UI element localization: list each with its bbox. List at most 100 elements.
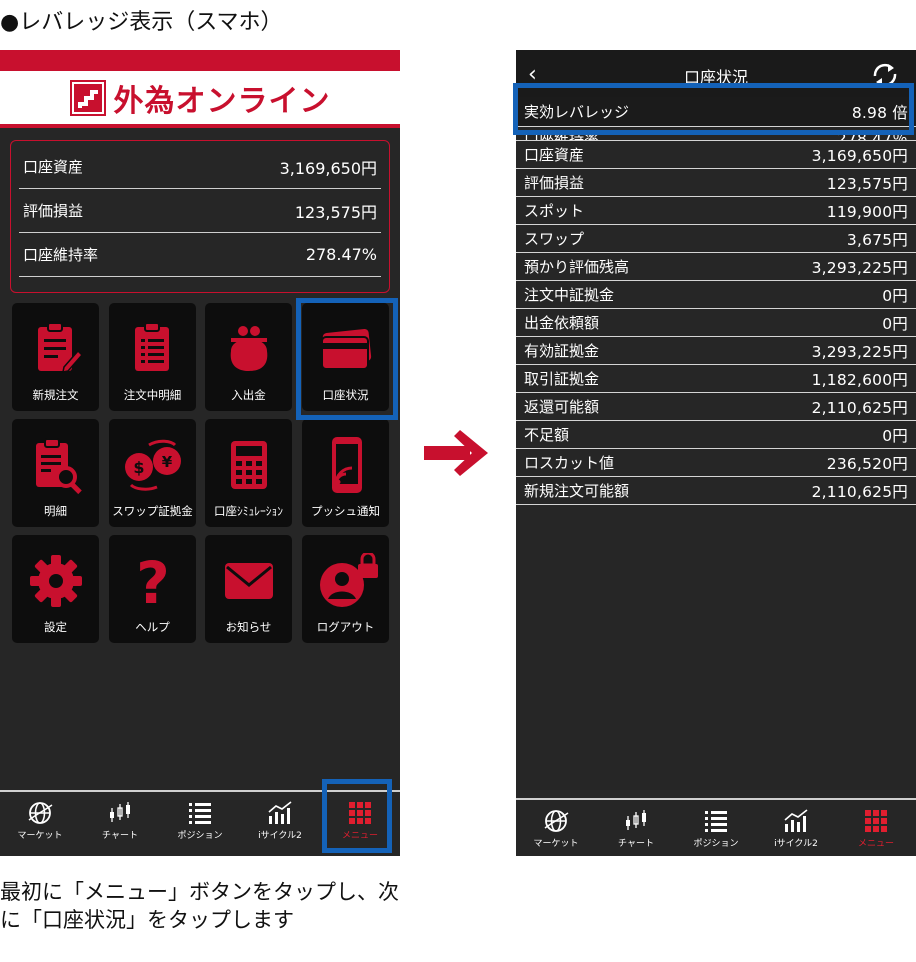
account-status-row: 評価損益 123,575円 — [516, 169, 916, 197]
row-label: 取引証拠金 — [524, 370, 600, 388]
account-status-row: スワップ 3,675円 — [516, 225, 916, 253]
summary-label: 評価損益 — [23, 202, 84, 220]
row-label: 有効証拠金 — [524, 342, 600, 360]
svg-text:?: ? — [136, 553, 170, 611]
tab-menu[interactable]: メニュー — [836, 800, 916, 856]
account-status-row: 出金依頼額 0円 — [516, 309, 916, 337]
summary-value: 278.47% — [305, 245, 377, 264]
tile-order-list[interactable]: 注文中明細 — [109, 303, 196, 411]
tab-market[interactable]: マーケット — [0, 792, 80, 856]
account-status-row: 取引証拠金 1,182,600円 — [516, 365, 916, 393]
bottom-tab-bar: マーケット チャート ポジション iサイクル2 メニュー — [516, 798, 916, 856]
tab-position[interactable]: ポジション — [160, 792, 240, 856]
account-status-row: 口座資産 3,169,650円 — [516, 141, 916, 169]
row-value: 2,110,625円 — [811, 482, 908, 501]
row-label: 預かり評価残高 — [524, 258, 630, 276]
brand-logo-icon — [69, 79, 106, 116]
candlestick-icon — [626, 810, 646, 830]
tile-deposit-withdraw[interactable]: 入出金 — [205, 303, 292, 411]
tile-label: 入出金 — [231, 388, 266, 402]
right-phone-screen: ‹ 口座状況 実効レバレッジ 8.98 倍 口座維持率 278.47％ 口座資産… — [516, 50, 916, 856]
bar-trend-icon — [268, 801, 292, 824]
list-icon — [189, 803, 211, 824]
row-label: スワップ — [524, 230, 585, 248]
tab-label: メニュー — [857, 839, 894, 849]
tab-label: マーケット — [533, 839, 579, 849]
account-status-list: 実効レバレッジ 8.98 倍 口座維持率 278.47％ 口座資産 3,169,6… — [516, 97, 916, 505]
phone-push-icon — [331, 437, 362, 493]
tile-push-notification[interactable]: プッシュ通知 — [302, 419, 389, 527]
tile-help[interactable]: ? ヘルプ — [109, 535, 196, 643]
row-label: ロスカット値 — [524, 454, 615, 472]
bar-trend-icon — [784, 809, 808, 832]
account-status-row: 注文中証拠金 0円 — [516, 281, 916, 309]
account-status-row: 預かり評価残高 3,293,225円 — [516, 253, 916, 281]
row-label: 口座資産 — [524, 146, 585, 164]
tab-chart[interactable]: チャート — [596, 800, 676, 856]
tab-icycle2[interactable]: iサイクル2 — [240, 792, 320, 856]
globe-icon — [28, 802, 53, 824]
currency-swap-icon: $ ¥ — [124, 439, 181, 491]
summary-value: 123,575円 — [294, 202, 377, 222]
tab-position[interactable]: ポジション — [676, 800, 756, 856]
row-value: 119,900円 — [826, 202, 908, 221]
row-value: 0円 — [882, 314, 908, 333]
account-status-row: ロスカット値 236,520円 — [516, 449, 916, 477]
row-label: 新規注文可能額 — [524, 482, 630, 500]
summary-row: 口座維持率 278.47% — [19, 233, 381, 277]
row-value: 0円 — [882, 286, 908, 305]
tab-label: ポジション — [693, 839, 739, 849]
tab-label: チャート — [102, 831, 138, 841]
tile-new-order[interactable]: 新規注文 — [12, 303, 99, 411]
tile-label: 注文中明細 — [123, 388, 182, 402]
tab-label: ポジション — [177, 831, 223, 841]
highlight-menu-tab — [322, 779, 392, 853]
purse-icon — [230, 326, 267, 371]
tile-label: お知らせ — [225, 620, 272, 634]
tile-notices[interactable]: お知らせ — [205, 535, 292, 643]
highlight-account-status — [296, 298, 398, 420]
document-search-icon — [35, 438, 82, 495]
tab-market[interactable]: マーケット — [516, 800, 596, 856]
globe-icon — [544, 810, 569, 832]
list-icon — [705, 811, 727, 832]
account-status-row: 新規注文可能額 2,110,625円 — [516, 477, 916, 505]
row-label: 評価損益 — [524, 174, 585, 192]
svg-text:$: $ — [133, 458, 144, 477]
account-status-row: 不足額 0円 — [516, 421, 916, 449]
svg-text:¥: ¥ — [161, 453, 172, 471]
brand-name: 外為オンライン — [113, 83, 331, 119]
row-value: 3,293,225円 — [811, 258, 908, 277]
tab-label: チャート — [618, 839, 654, 849]
tile-settings[interactable]: 設定 — [12, 535, 99, 643]
new-order-icon — [37, 322, 82, 373]
account-status-row: スポット 119,900円 — [516, 197, 916, 225]
user-lock-icon — [319, 553, 378, 607]
tile-swap-margin[interactable]: $ ¥ スワップ証拠金 — [109, 419, 196, 527]
summary-row: 口座資産 3,169,650円 — [19, 145, 381, 189]
row-label: 不足額 — [524, 426, 570, 444]
order-list-icon — [134, 322, 169, 371]
row-label: 返還可能額 — [524, 398, 600, 416]
tile-label: プッシュ通知 — [311, 504, 380, 518]
row-value: 3,293,225円 — [811, 342, 908, 361]
summary-row: 評価損益 123,575円 — [19, 189, 381, 233]
tile-label: ログアウト — [316, 620, 375, 634]
summary-label: 口座資産 — [23, 158, 84, 176]
tab-chart[interactable]: チャート — [80, 792, 160, 856]
tile-label: 口座ｼﾐｭﾚｰｼｮﾝ — [214, 504, 283, 518]
summary-value: 3,169,650円 — [279, 158, 377, 178]
tile-details[interactable]: 明細 — [12, 419, 99, 527]
tab-icycle2[interactable]: iサイクル2 — [756, 800, 836, 856]
account-status-row: 返還可能額 2,110,625円 — [516, 393, 916, 421]
grid-menu-icon — [865, 810, 887, 832]
left-phone-screen: 外為オンライン 口座資産 3,169,650円 評価損益 123,575円 口座… — [0, 50, 400, 856]
row-value: 3,675円 — [846, 230, 908, 249]
row-label: 注文中証拠金 — [524, 286, 615, 304]
tile-logout[interactable]: ログアウト — [302, 535, 389, 643]
tile-account-simulation[interactable]: 口座ｼﾐｭﾚｰｼｮﾝ — [205, 419, 292, 527]
tab-label: iサイクル2 — [774, 839, 818, 849]
row-value: 1,182,600円 — [811, 370, 908, 389]
row-value: 3,169,650円 — [811, 146, 908, 165]
row-label: 出金依頼額 — [524, 314, 600, 332]
